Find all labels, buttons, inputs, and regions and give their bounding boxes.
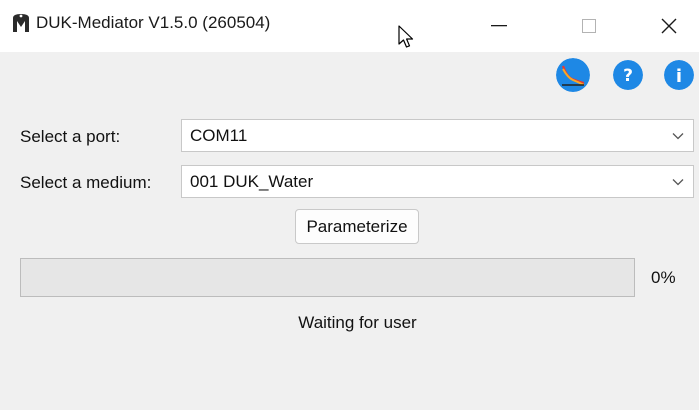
info-icon[interactable]: i <box>664 60 694 90</box>
info-glyph: i <box>676 66 682 87</box>
medium-select[interactable]: 001 DUK_Water <box>181 165 694 198</box>
port-label: Select a port: <box>20 127 121 146</box>
medium-select-value: 001 DUK_Water <box>190 172 314 191</box>
help-icon[interactable]: ? <box>613 60 643 90</box>
title-bar[interactable]: DUK-Mediator V1.5.0 (260504) <box>0 0 699 52</box>
window-title: DUK-Mediator V1.5.0 (260504) <box>36 13 271 32</box>
close-button[interactable] <box>646 0 692 52</box>
medium-label: Select a medium: <box>20 173 152 192</box>
minimize-icon <box>491 25 507 27</box>
maximize-icon <box>582 19 596 33</box>
mouse-cursor-icon <box>398 25 414 48</box>
parameterize-button[interactable]: Parameterize <box>295 209 419 244</box>
toolbar <box>0 52 699 108</box>
chevron-down-icon <box>672 133 684 140</box>
maximize-button[interactable] <box>566 0 612 52</box>
app-logo-icon <box>13 14 29 32</box>
chevron-down-icon <box>672 179 684 186</box>
help-glyph: ? <box>623 66 633 86</box>
port-select-value: COM11 <box>190 126 248 145</box>
close-icon <box>661 18 677 34</box>
minimize-button[interactable] <box>476 0 522 52</box>
port-select[interactable]: COM11 <box>181 119 694 152</box>
curve-chart-icon[interactable] <box>556 58 590 92</box>
progress-percent: 0% <box>651 268 676 287</box>
status-text: Waiting for user <box>298 313 417 332</box>
progress-bar <box>20 258 635 297</box>
